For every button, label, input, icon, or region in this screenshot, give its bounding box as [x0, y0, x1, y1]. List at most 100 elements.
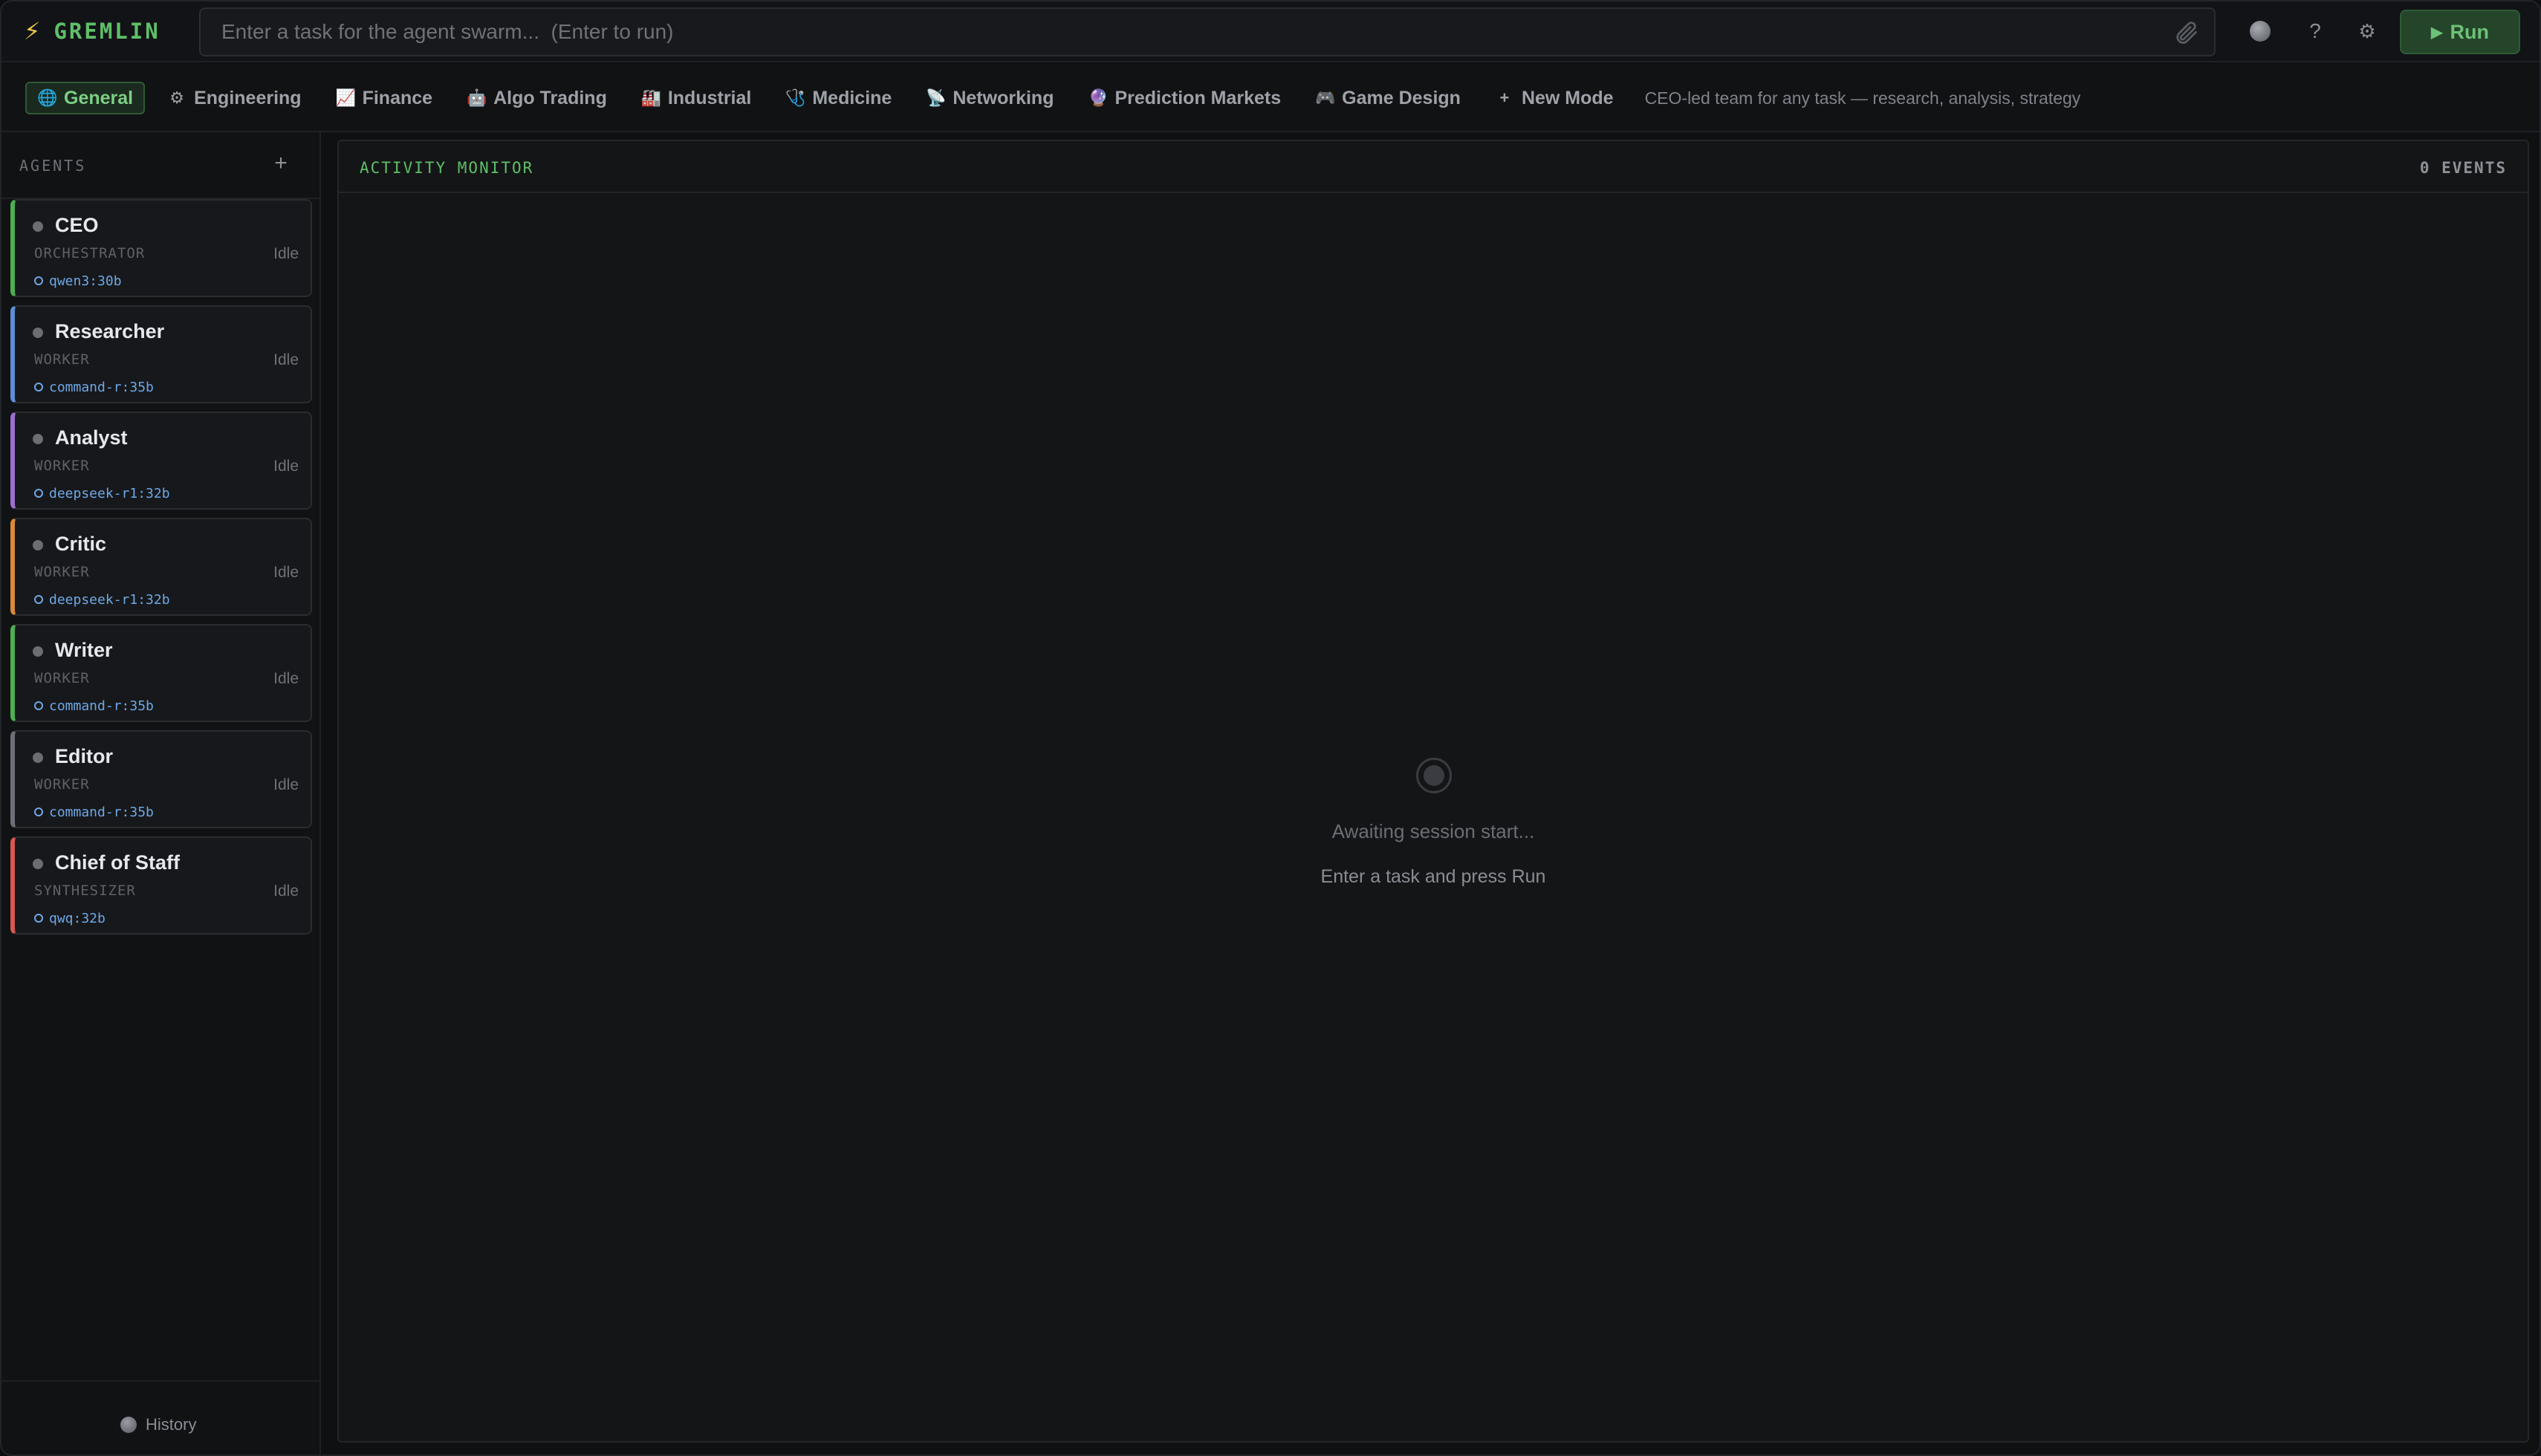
- agent-name: Chief of Staff: [55, 851, 180, 874]
- agent-role: WORKER: [34, 351, 90, 368]
- agent-card-researcher[interactable]: Researcher WORKER Idle command-r:35b: [10, 305, 312, 403]
- model-icon: [34, 807, 43, 816]
- agent-model-name: command-r:35b: [49, 698, 154, 714]
- mode-bar: 🌐 General ⚙ Engineering 📈 Finance 🤖 Algo Tradin…: [1, 64, 2540, 132]
- agent-model: deepseek-r1:32b: [34, 591, 170, 608]
- agent-status: Idle: [273, 245, 299, 262]
- monitor-title: ACTIVITY MONITOR: [360, 159, 534, 177]
- agent-model: command-r:35b: [34, 803, 154, 821]
- run-button[interactable]: ▶ Run: [2400, 10, 2520, 54]
- status-dot: [33, 328, 43, 338]
- status-dot: [33, 221, 43, 232]
- mode-tab-game-design[interactable]: 🎮 Game Design: [1303, 82, 1473, 114]
- mode-tab-medicine[interactable]: 🩺 Medicine: [773, 82, 903, 114]
- play-icon: ▶: [2431, 24, 2443, 41]
- history-icon: [120, 1417, 137, 1433]
- agent-status: Idle: [273, 670, 299, 687]
- mode-tab-label: Prediction Markets: [1114, 87, 1282, 108]
- app-window: ⚡ GREMLIN ? ⚙ ▶ Run 🌐 General ⚙ Engineering…: [0, 0, 2541, 1456]
- agents-sidebar: AGENTS + CEO ORCHESTRATOR Idle qwen3:30b Res…: [1, 132, 321, 1455]
- mode-icon: +: [1499, 88, 1510, 107]
- agent-model-name: deepseek-r1:32b: [49, 591, 170, 608]
- brand-name: GREMLIN: [53, 19, 160, 44]
- agent-model: deepseek-r1:32b: [34, 484, 170, 502]
- agent-status: Idle: [273, 776, 299, 793]
- mode-tab-label: New Mode: [1521, 87, 1614, 108]
- agent-model-name: qwq:32b: [49, 910, 106, 926]
- mode-icon: 📡: [926, 88, 947, 107]
- mode-icon: 🎮: [1315, 88, 1336, 107]
- mode-tab-industrial[interactable]: 🏭 Industrial: [629, 82, 764, 114]
- agent-role: WORKER: [34, 670, 90, 686]
- mode-tab-algo-trading[interactable]: 🤖 Algo Trading: [455, 82, 619, 114]
- agent-model-name: qwen3:30b: [49, 273, 122, 289]
- paperclip-icon[interactable]: [2172, 19, 2199, 46]
- mode-icon: 🏭: [640, 88, 662, 107]
- agent-card-writer[interactable]: Writer WORKER Idle command-r:35b: [10, 624, 312, 722]
- mode-tab-label: Engineering: [194, 87, 302, 108]
- mode-tab-finance[interactable]: 📈 Finance: [324, 82, 444, 114]
- lightning-icon: ⚡: [24, 18, 41, 45]
- sidebar-header: AGENTS +: [1, 132, 319, 199]
- agent-role: WORKER: [34, 458, 90, 474]
- agent-card-editor[interactable]: Editor WORKER Idle command-r:35b: [10, 730, 312, 828]
- mode-icon: 🌐: [37, 88, 58, 107]
- brand: ⚡ GREMLIN: [24, 15, 160, 48]
- agent-role: ORCHESTRATOR: [34, 245, 146, 261]
- status-dot: [33, 753, 43, 763]
- status-dot: [33, 859, 43, 869]
- empty-state-title: Awaiting session start...: [1331, 820, 1535, 842]
- mode-tab-general[interactable]: 🌐 General: [25, 82, 146, 114]
- theme-toggle-icon[interactable]: [2245, 16, 2275, 46]
- mode-icon: ⚙: [169, 88, 184, 107]
- mode-tab-prediction-markets[interactable]: 🔮 Prediction Markets: [1076, 82, 1293, 114]
- sidebar-title: AGENTS: [19, 157, 87, 175]
- activity-monitor: ACTIVITY MONITOR 0 EVENTS Awaiting sessi…: [337, 140, 2529, 1443]
- gear-icon[interactable]: ⚙: [2352, 16, 2382, 46]
- agent-model-name: deepseek-r1:32b: [49, 485, 170, 501]
- run-button-label: Run: [2450, 20, 2489, 43]
- sidebar-footer: History: [1, 1380, 319, 1455]
- agent-model: qwen3:30b: [34, 272, 122, 290]
- mode-tab-new-mode[interactable]: + New Mode: [1483, 82, 1626, 114]
- top-bar: ⚡ GREMLIN ? ⚙ ▶ Run: [1, 1, 2540, 62]
- agent-role: WORKER: [34, 776, 90, 793]
- agent-card-critic[interactable]: Critic WORKER Idle deepseek-r1:32b: [10, 518, 312, 616]
- mode-tab-networking[interactable]: 📡 Networking: [914, 82, 1065, 114]
- mode-tabs: 🌐 General ⚙ Engineering 📈 Finance 🤖 Algo Tradin…: [25, 82, 2080, 114]
- mode-tab-label: Algo Trading: [493, 87, 607, 108]
- task-input-container: [199, 7, 2216, 56]
- mode-tab-label: Networking: [953, 87, 1054, 108]
- mode-tab-label: Medicine: [812, 87, 892, 108]
- model-icon: [34, 383, 43, 391]
- task-input[interactable]: [221, 9, 2138, 55]
- mode-tab-label: General: [64, 87, 134, 108]
- agent-status: Idle: [273, 564, 299, 581]
- agent-model: command-r:35b: [34, 697, 154, 715]
- agent-card-ceo[interactable]: CEO ORCHESTRATOR Idle qwen3:30b: [10, 199, 312, 297]
- agent-name: Writer: [55, 639, 113, 661]
- mode-icon: 🤖: [467, 88, 487, 107]
- history-label: History: [146, 1415, 197, 1434]
- mode-tab-label: Industrial: [667, 87, 752, 108]
- mode-tab-label: Game Design: [1342, 87, 1461, 108]
- agent-card-analyst[interactable]: Analyst WORKER Idle deepseek-r1:32b: [10, 412, 312, 510]
- agent-model: qwq:32b: [34, 909, 106, 927]
- history-button[interactable]: History: [120, 1414, 196, 1435]
- add-agent-icon[interactable]: +: [266, 149, 296, 178]
- monitor-header: ACTIVITY MONITOR 0 EVENTS: [339, 141, 2528, 193]
- mode-icon: 🔮: [1088, 88, 1109, 107]
- help-icon[interactable]: ?: [2300, 16, 2330, 46]
- agent-role: SYNTHESIZER: [34, 883, 136, 899]
- agent-model-name: command-r:35b: [49, 804, 154, 820]
- model-icon: [34, 914, 43, 923]
- mode-icon: 📈: [335, 88, 356, 107]
- mode-icon: 🩺: [785, 88, 806, 107]
- mode-tab-engineering[interactable]: ⚙ Engineering: [155, 82, 313, 114]
- event-count: 0 EVENTS: [2419, 159, 2507, 177]
- model-icon: [34, 276, 43, 285]
- agent-name: CEO: [55, 214, 99, 236]
- agent-model-name: command-r:35b: [49, 379, 154, 395]
- agent-card-chief-of-staff[interactable]: Chief of Staff SYNTHESIZER Idle qwq:32b: [10, 836, 312, 935]
- agent-status: Idle: [273, 458, 299, 475]
